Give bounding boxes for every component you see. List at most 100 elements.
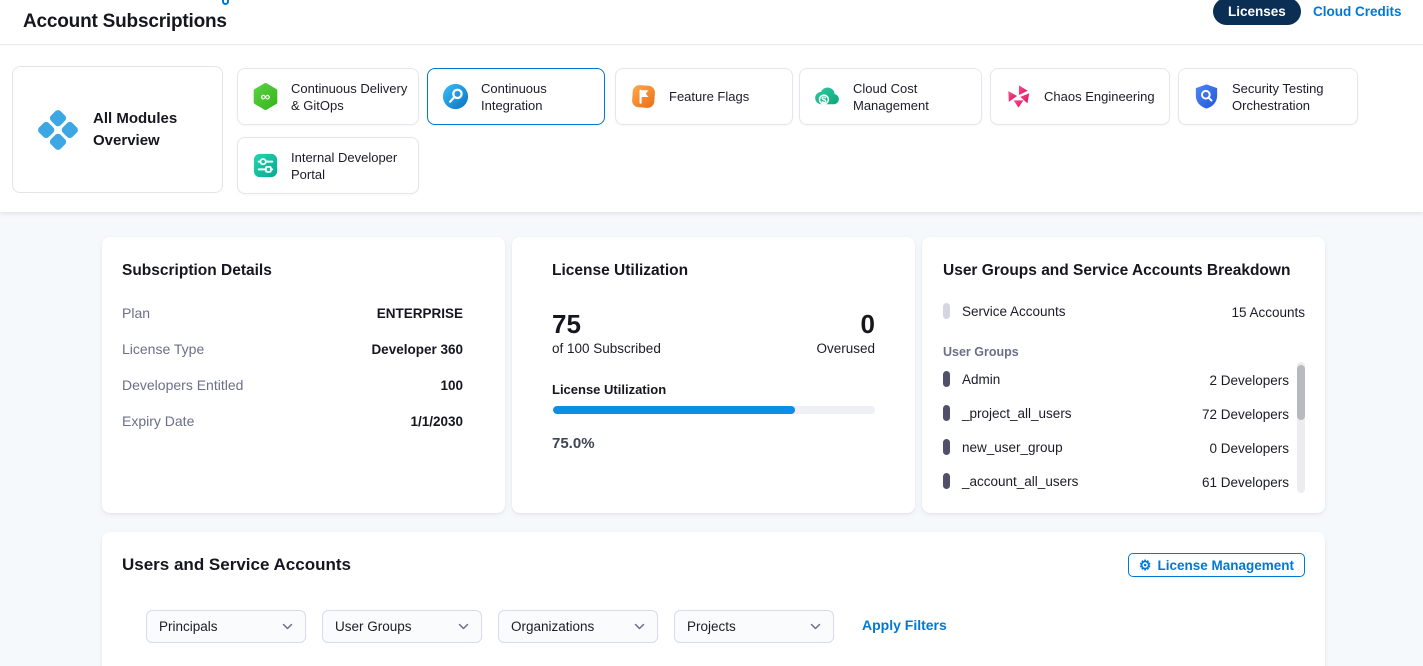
overused-count: 0 bbox=[816, 310, 875, 338]
chevron-down-icon bbox=[634, 623, 645, 630]
feature-flags-icon bbox=[629, 82, 658, 111]
apply-filters-link[interactable]: Apply Filters bbox=[862, 617, 947, 633]
module-card-security-testing[interactable]: Security Testing Orchestration bbox=[1178, 68, 1358, 125]
account-subscriptions-page: Account Subscriptions Licenses Cloud Cre… bbox=[0, 0, 1423, 666]
service-accounts-value: 15 Accounts bbox=[1231, 305, 1305, 320]
module-label: Continuous Delivery & GitOps bbox=[291, 80, 408, 114]
user-group-bullet-icon bbox=[943, 439, 950, 455]
row-value: 100 bbox=[440, 378, 463, 393]
row-label: Expiry Date bbox=[122, 413, 194, 429]
module-card-internal-developer-portal[interactable]: Internal Developer Portal bbox=[237, 137, 419, 194]
filter-user-groups[interactable]: User Groups bbox=[322, 610, 482, 643]
module-label: Chaos Engineering bbox=[1044, 88, 1155, 105]
filter-organizations[interactable]: Organizations bbox=[498, 610, 658, 643]
row-value: Developer 360 bbox=[371, 342, 463, 357]
user-groups-header: User Groups bbox=[943, 345, 1019, 359]
subscription-row-expiry-date: Expiry Date 1/1/2030 bbox=[122, 411, 463, 431]
user-group-value: 0 Developers bbox=[1209, 441, 1289, 456]
user-group-row: _account_all_users bbox=[943, 473, 1078, 489]
groups-scrollbar-track[interactable] bbox=[1297, 362, 1305, 493]
module-label: Internal Developer Portal bbox=[291, 149, 408, 183]
svg-text:$: $ bbox=[821, 95, 826, 105]
filter-projects[interactable]: Projects bbox=[674, 610, 834, 643]
license-management-button[interactable]: ⚙ License Management bbox=[1128, 553, 1305, 577]
overused-caption: Overused bbox=[816, 341, 875, 356]
utilization-progress-fill bbox=[553, 406, 795, 414]
subscribed-count-block: 75 of 100 Subscribed bbox=[552, 310, 661, 356]
chevron-down-icon bbox=[810, 623, 821, 630]
user-group-bullet-icon bbox=[943, 405, 950, 421]
user-group-name: _project_all_users bbox=[962, 406, 1072, 421]
gear-icon: ⚙ bbox=[1139, 558, 1152, 572]
module-card-cloud-cost-management[interactable]: $ Cloud Cost Management bbox=[799, 68, 982, 125]
subscription-row-developers-entitled: Developers Entitled 100 bbox=[122, 375, 463, 395]
overused-count-block: 0 Overused bbox=[816, 310, 875, 356]
user-group-value: 2 Developers bbox=[1209, 373, 1289, 388]
user-group-value: 61 Developers bbox=[1202, 475, 1289, 490]
row-label: Plan bbox=[122, 305, 150, 321]
service-accounts-bullet-icon bbox=[943, 303, 950, 319]
module-card-chaos-engineering[interactable]: Chaos Engineering bbox=[990, 68, 1170, 125]
filter-label: User Groups bbox=[335, 619, 412, 634]
module-card-feature-flags[interactable]: Feature Flags bbox=[615, 68, 793, 125]
module-label: Cloud Cost Management bbox=[853, 80, 971, 114]
user-group-row: new_user_group bbox=[943, 439, 1063, 455]
row-label: License Type bbox=[122, 341, 204, 357]
cloud-cost-icon: $ bbox=[813, 82, 842, 111]
page-header: Account Subscriptions Licenses Cloud Cre… bbox=[0, 0, 1423, 45]
module-card-continuous-delivery[interactable]: ∞ Continuous Delivery & GitOps bbox=[237, 68, 419, 125]
filter-label: Projects bbox=[687, 619, 736, 634]
module-label: Continuous Integration bbox=[481, 80, 594, 114]
license-management-label: License Management bbox=[1157, 558, 1294, 573]
module-label: Feature Flags bbox=[669, 88, 749, 105]
all-modules-icon bbox=[35, 107, 81, 153]
breadcrumb-cut-fragment bbox=[222, 0, 229, 5]
user-group-bullet-icon bbox=[943, 371, 950, 387]
user-group-name: Admin bbox=[962, 372, 1000, 387]
breakdown-title: User Groups and Service Accounts Breakdo… bbox=[943, 262, 1290, 280]
module-card-continuous-integration[interactable]: Continuous Integration bbox=[427, 68, 605, 125]
row-value: 1/1/2030 bbox=[410, 414, 463, 429]
svg-text:∞: ∞ bbox=[261, 89, 271, 104]
utilization-bar-label: License Utilization bbox=[552, 382, 666, 397]
chevron-down-icon bbox=[282, 623, 293, 630]
subscription-row-plan: Plan ENTERPRISE bbox=[122, 303, 463, 323]
continuous-integration-icon bbox=[441, 82, 470, 111]
user-group-name: new_user_group bbox=[962, 440, 1063, 455]
users-section-title: Users and Service Accounts bbox=[122, 555, 351, 575]
all-modules-overview-label: All Modules Overview bbox=[93, 108, 210, 152]
page-title: Account Subscriptions bbox=[23, 11, 227, 33]
licenses-tab[interactable]: Licenses bbox=[1213, 0, 1301, 25]
all-modules-overview-card[interactable]: All Modules Overview bbox=[12, 66, 223, 193]
subscribed-count: 75 bbox=[552, 310, 661, 338]
license-utilization-title: License Utilization bbox=[552, 262, 688, 280]
module-selector-strip: All Modules Overview ∞ Continuous Delive… bbox=[0, 46, 1423, 212]
subscription-details-title: Subscription Details bbox=[122, 262, 272, 280]
user-group-row: Admin bbox=[943, 371, 1000, 387]
filter-label: Principals bbox=[159, 619, 218, 634]
row-value: ENTERPRISE bbox=[377, 306, 463, 321]
module-label: Security Testing Orchestration bbox=[1232, 80, 1347, 114]
chevron-down-icon bbox=[458, 623, 469, 630]
users-and-service-accounts-card: Users and Service Accounts ⚙ License Man… bbox=[102, 532, 1325, 666]
filter-label: Organizations bbox=[511, 619, 594, 634]
security-testing-icon bbox=[1192, 82, 1221, 111]
user-group-row: _project_all_users bbox=[943, 405, 1072, 421]
subscribed-caption: of 100 Subscribed bbox=[552, 341, 661, 356]
filter-principals[interactable]: Principals bbox=[146, 610, 306, 643]
groups-scrollbar-thumb[interactable] bbox=[1297, 365, 1305, 420]
subscription-details-card: Subscription Details Plan ENTERPRISE Lic… bbox=[102, 237, 505, 513]
row-label: Developers Entitled bbox=[122, 377, 243, 393]
chaos-engineering-icon bbox=[1004, 82, 1033, 111]
subscription-row-license-type: License Type Developer 360 bbox=[122, 339, 463, 359]
user-group-bullet-icon bbox=[943, 473, 950, 489]
utilization-progress-track bbox=[553, 406, 875, 414]
breakdown-card: User Groups and Service Accounts Breakdo… bbox=[922, 237, 1325, 513]
service-accounts-label: Service Accounts bbox=[962, 304, 1066, 319]
service-accounts-row: Service Accounts bbox=[943, 303, 1066, 319]
utilization-percent: 75.0% bbox=[552, 435, 595, 452]
user-group-value: 72 Developers bbox=[1202, 407, 1289, 422]
cloud-credits-tab[interactable]: Cloud Credits bbox=[1313, 4, 1402, 19]
cd-gitops-icon: ∞ bbox=[251, 82, 280, 111]
user-group-name: _account_all_users bbox=[962, 474, 1078, 489]
